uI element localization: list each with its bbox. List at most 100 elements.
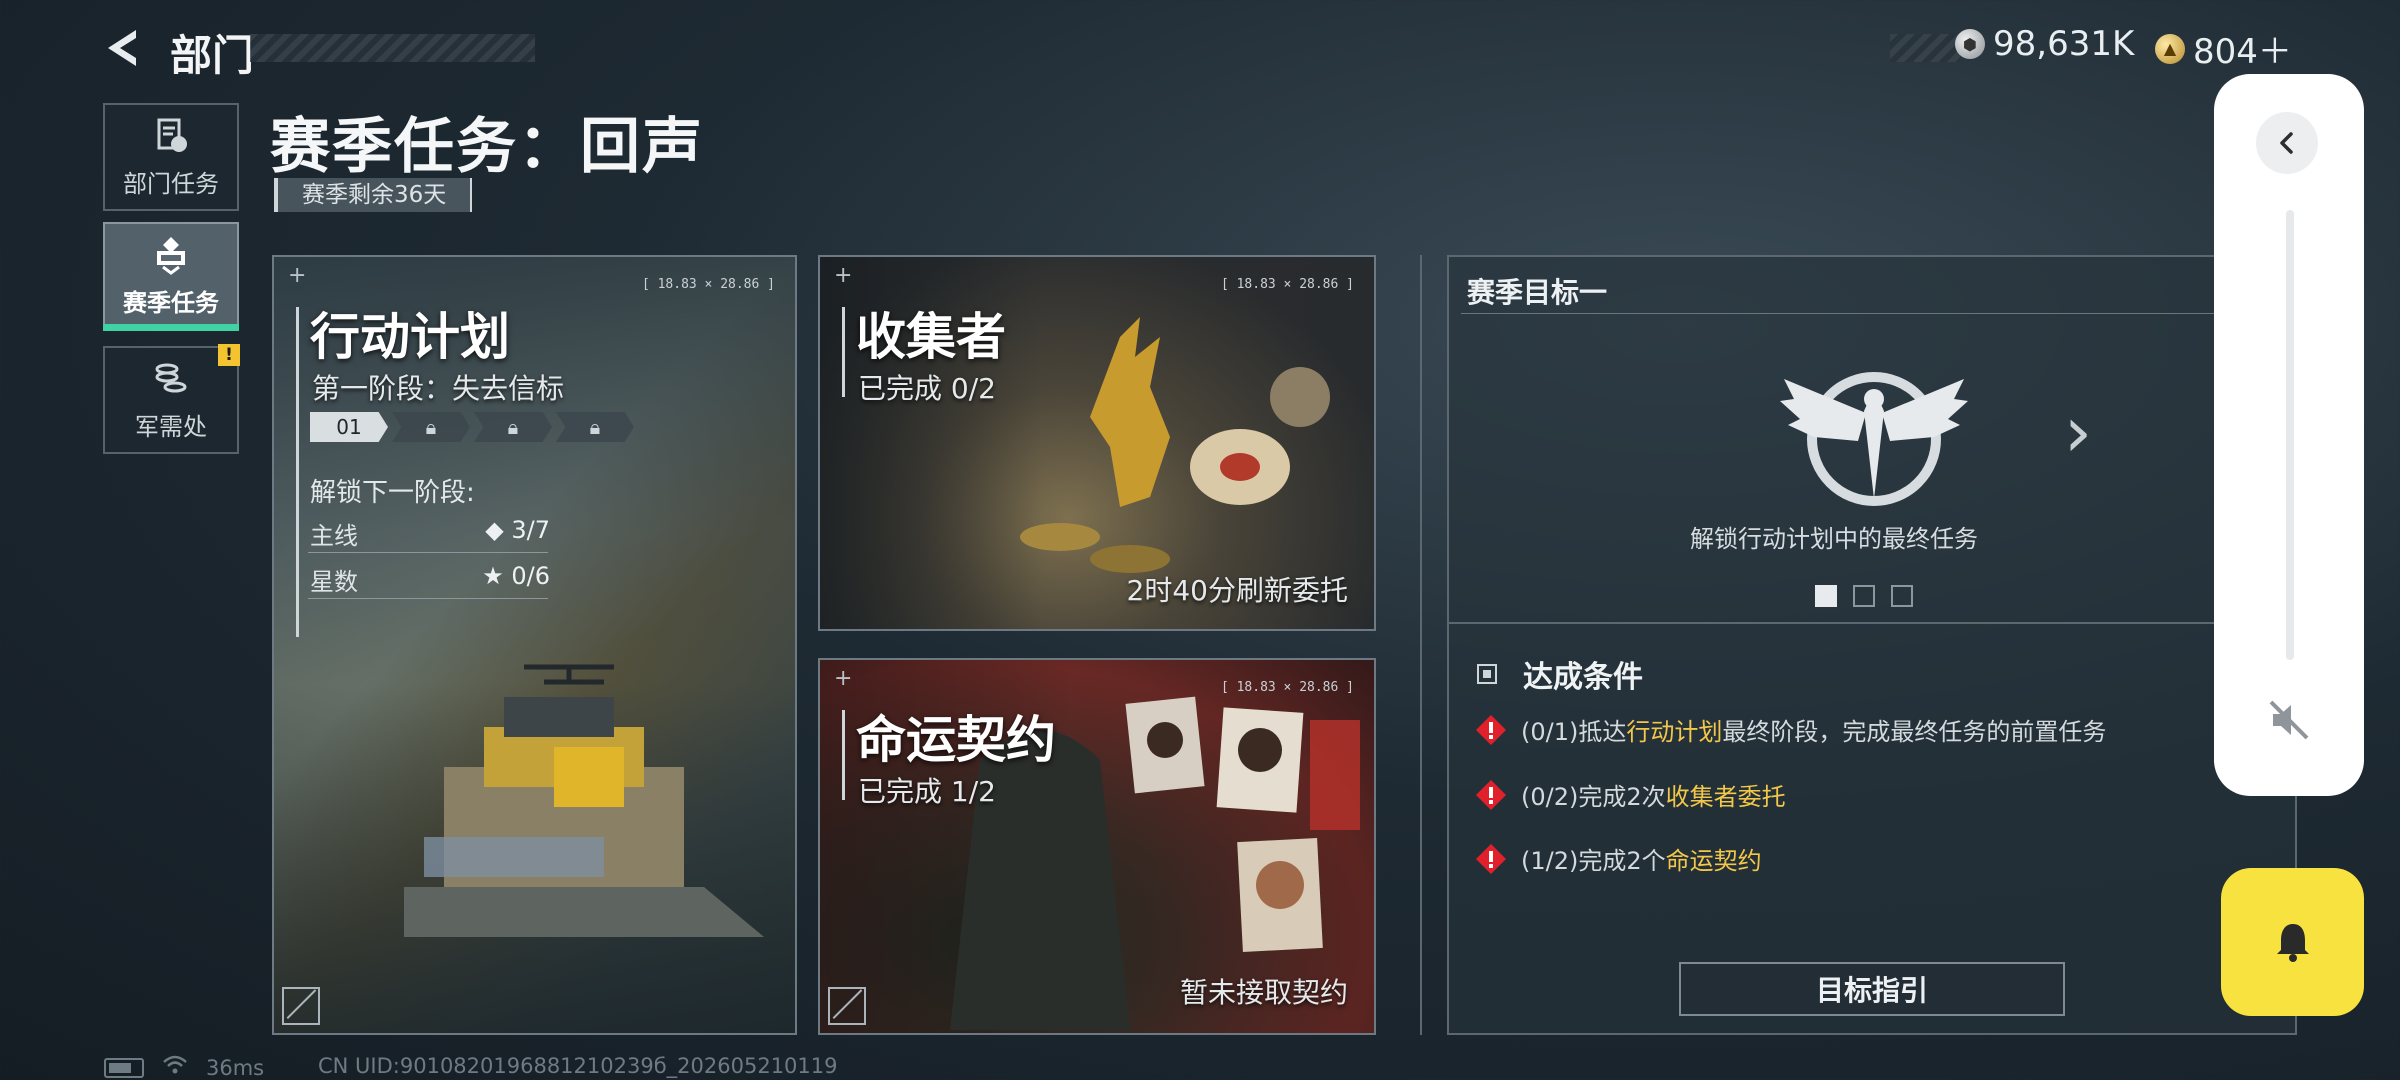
- document-icon: [157, 118, 187, 152]
- card-collector[interactable]: + [ 18.83 × 28.86 ] 收集者 已完成 0/2 2时40分刷新委…: [818, 255, 1376, 631]
- pager-dot[interactable]: [1853, 585, 1875, 607]
- card-title: 收集者: [856, 308, 1006, 366]
- notification-badge: !: [218, 344, 240, 366]
- warning-diamond-icon: [1475, 843, 1507, 875]
- page-title: 赛季任务：回声: [270, 112, 704, 182]
- golden-deer-illustration: [1020, 317, 1330, 573]
- header-title: 部门: [170, 31, 255, 80]
- stars-label: 星数: [310, 568, 358, 596]
- collapse-button[interactable]: [2256, 112, 2318, 174]
- conditions-title: 达成条件: [1523, 660, 1643, 695]
- back-button[interactable]: [100, 24, 148, 72]
- nav-item-label: 军需处: [135, 412, 207, 441]
- card-progress: 已完成 1/2: [858, 775, 996, 808]
- stage-cell-locked: 🔒︎: [556, 412, 634, 442]
- lock-icon: 🔒︎: [425, 415, 437, 439]
- nav-item-label: 赛季任务: [123, 288, 219, 317]
- volume-slider[interactable]: [2286, 210, 2294, 660]
- lock-icon: 🔒︎: [589, 415, 601, 439]
- silver-coin-icon: ⬢: [1955, 29, 1985, 59]
- row-divider: [308, 552, 548, 553]
- main-quest-value: ◆ 3/7: [485, 516, 550, 544]
- season-remaining: 赛季剩余36天: [274, 178, 473, 212]
- nav-item-department-tasks[interactable]: 部门任务: [103, 103, 239, 211]
- card-operation-plan[interactable]: + [ 18.83 × 28.86 ] 行动计划 第一阶段：失去信标: [272, 255, 797, 1035]
- card-stage: 第一阶段：失去信标: [312, 372, 565, 405]
- mute-icon[interactable]: [2263, 694, 2315, 746]
- battery-icon: [104, 1057, 144, 1078]
- base-building-illustration: [404, 664, 764, 937]
- card-fate-contract[interactable]: + [ 18.83 × 28.86 ] 命运契约 已完成 1/2 暂未接取契约: [818, 658, 1376, 1035]
- crosshair-mark: +: [834, 263, 853, 288]
- card-accent-line: [842, 710, 845, 800]
- condition-text: (1/2)完成2个命运契约: [1521, 847, 1762, 875]
- unlock-row-stars: 星数 ★ 0/6: [310, 562, 550, 597]
- condition-text: (0/2)完成2次收集者委托: [1521, 783, 1786, 811]
- warning-diamond-icon: [1475, 779, 1507, 811]
- row-divider: [308, 598, 548, 599]
- pager-dot[interactable]: [1891, 585, 1913, 607]
- season-goal-panel: 赛季目标一 › 解锁行动计划中的最终任务 达成条件 (0/1)抵达行动计划最终阶…: [1447, 255, 2297, 1035]
- lock-icon: 🔒︎: [507, 415, 519, 439]
- pager-dot-active[interactable]: [1815, 585, 1837, 607]
- goal-guide-button[interactable]: 目标指引: [1679, 962, 2065, 1016]
- card-accent-line: [842, 307, 845, 397]
- card-accent-line: [296, 307, 299, 637]
- header-decoration-right: [1890, 34, 1960, 62]
- condition-row: (1/2)完成2个命运契约: [1475, 841, 1762, 876]
- gold-currency-value: 804＋: [2193, 32, 2292, 72]
- card-coordinate: [ 18.83 × 28.86 ]: [1220, 277, 1354, 292]
- coins-stack-icon: [155, 363, 187, 392]
- card-title: 命运契约: [856, 711, 1056, 769]
- goal-pager: [1815, 585, 1913, 607]
- ping-value: 36ms: [206, 1055, 265, 1080]
- nav-active-indicator: [103, 324, 239, 331]
- condition-row: (0/1)抵达行动计划最终阶段，完成最终任务的前置任务: [1475, 712, 2106, 747]
- goal-heading-line: [1461, 313, 2231, 314]
- gold-coin-icon: ▲: [2155, 33, 2185, 64]
- goal-next-arrow-icon[interactable]: ›: [2064, 397, 2092, 467]
- goal-description: 解锁行动计划中的最终任务: [1690, 525, 1978, 553]
- season-emblem-icon: [157, 236, 185, 275]
- eagle-emblem-icon: [1780, 372, 1968, 506]
- notification-bell-button[interactable]: [2221, 868, 2364, 1016]
- stage-cell-active: 01: [310, 412, 388, 442]
- wanted-posters-illustration: [1125, 696, 1360, 953]
- silver-currency-value: 98,631K: [1993, 24, 2135, 64]
- bell-icon: [2276, 924, 2309, 962]
- crosshair-mark: +: [288, 263, 307, 288]
- wifi-icon: [162, 1054, 188, 1080]
- condition-row: (0/2)完成2次收集者委托: [1475, 777, 1786, 812]
- condition-text: (0/1)抵达行动计划最终阶段，完成最终任务的前置任务: [1521, 718, 2107, 746]
- silver-currency[interactable]: ⬢ 98,631K: [1955, 24, 2134, 64]
- main-quest-label: 主线: [310, 522, 358, 550]
- crosshair-mark: +: [834, 666, 853, 691]
- back-arrow-icon: [108, 30, 136, 66]
- gold-currency[interactable]: ▲ 804＋: [2155, 24, 2292, 73]
- stage-cell-locked: 🔒︎: [392, 412, 470, 442]
- floating-control-panel: [2214, 74, 2364, 796]
- unlock-row-main: 主线 ◆ 3/7: [310, 516, 550, 551]
- card-coordinate: [ 18.83 × 28.86 ]: [641, 277, 775, 292]
- stars-value: ★ 0/6: [482, 562, 550, 590]
- card-title: 行动计划: [310, 308, 510, 366]
- nav-item-season-tasks[interactable]: 赛季任务: [103, 222, 239, 330]
- card-progress: 已完成 0/2: [858, 372, 996, 405]
- panel-divider: [1420, 255, 1422, 1035]
- expand-corner-icon: [282, 987, 320, 1025]
- goal-separator: [1449, 622, 2219, 624]
- conditions-marker-icon: [1477, 664, 1497, 684]
- stage-cell-locked: 🔒︎: [474, 412, 552, 442]
- refresh-timer: 2时40分刷新委托: [1126, 574, 1348, 607]
- goal-heading: 赛季目标一: [1467, 276, 1608, 309]
- expand-corner-icon: [828, 987, 866, 1025]
- status-bar: 36ms: [104, 1054, 264, 1080]
- unlock-next-stage-label: 解锁下一阶段:: [310, 478, 475, 508]
- chevron-left-icon: [2280, 132, 2293, 154]
- card-coordinate: [ 18.83 × 28.86 ]: [1220, 680, 1354, 695]
- nav-item-label: 部门任务: [123, 169, 219, 198]
- stage-progress-bar: 01 🔒︎ 🔒︎ 🔒︎: [310, 412, 634, 442]
- user-uid: CN UID:9010820196881210239б_202605210119: [318, 1054, 838, 1078]
- conditions-header: 达成条件: [1477, 652, 1643, 696]
- contract-status: 暂未接取契约: [1179, 976, 1348, 1009]
